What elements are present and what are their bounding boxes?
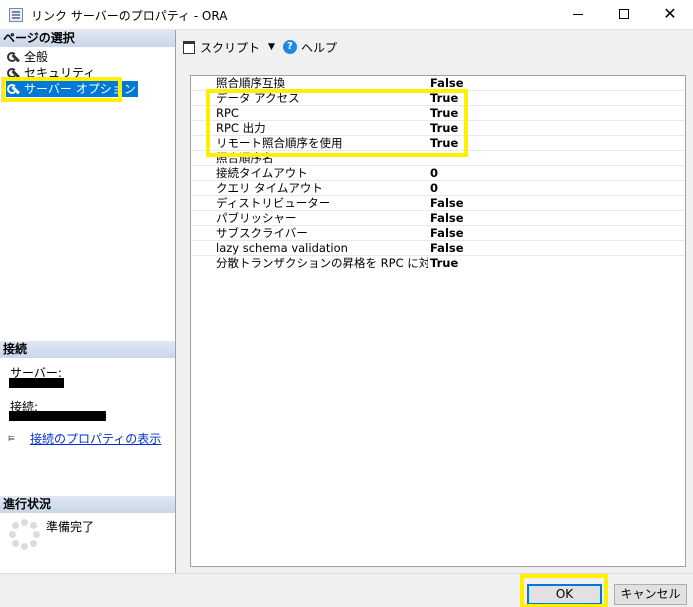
property-name: パブリッシャー [216, 211, 297, 225]
property-value[interactable]: False [430, 241, 464, 256]
property-value[interactable]: 0 [430, 166, 438, 181]
window-title: リンク サーバーのプロパティ - ORA [31, 9, 228, 23]
property-name: ディストリビューター [216, 196, 331, 210]
property-value[interactable]: 0 [430, 181, 438, 196]
left-pane: ページの選択 全般 セキュリティ サーバー オプション 接続 サーバー: 接続:… [0, 30, 176, 573]
close-icon: ✕ [663, 4, 677, 23]
close-button[interactable]: ✕ [647, 0, 693, 30]
grid-row-publisher[interactable]: パブリッシャー False [191, 211, 685, 226]
property-value[interactable]: True [430, 256, 458, 271]
property-value[interactable]: False [430, 196, 464, 211]
app-icon [9, 8, 23, 22]
property-value[interactable]: False [430, 211, 464, 226]
toolbar: スクリプト ▼ ? ヘルプ [183, 37, 337, 57]
maximize-icon [619, 9, 629, 19]
script-button[interactable]: スクリプト [200, 39, 260, 56]
script-icon [183, 40, 195, 54]
cancel-button[interactable]: キャンセル [614, 584, 687, 605]
connection-header: 接続 [0, 341, 175, 358]
page-item-label: 全般 [24, 50, 49, 64]
maximize-button[interactable] [601, 0, 647, 30]
highlight-box [520, 574, 608, 607]
grid-row-connection-timeout[interactable]: 接続タイムアウト 0 [191, 166, 685, 181]
property-name: サブスクライバー [216, 226, 308, 240]
progress-spinner-icon [9, 519, 40, 550]
help-button[interactable]: ヘルプ [301, 39, 337, 56]
minimize-button[interactable] [555, 0, 601, 30]
grid-row-query-timeout[interactable]: クエリ タイムアウト 0 [191, 181, 685, 196]
page-select-header: ページの選択 [0, 30, 175, 47]
view-connection-properties[interactable]: 接続のプロパティの表示 [8, 430, 161, 447]
grid-row-distributed-transaction-promotion[interactable]: 分散トランザクションの昇格を RPC に対して有効にする True [191, 256, 685, 271]
grid-row-distributor[interactable]: ディストリビューター False [191, 196, 685, 211]
right-pane: スクリプト ▼ ? ヘルプ 照合順序互換 False データ アクセス True… [177, 30, 693, 573]
help-icon: ? [282, 40, 297, 54]
property-name: 接続タイムアウト [216, 166, 308, 180]
title-bar: リンク サーバーのプロパティ - ORA ✕ [0, 0, 693, 30]
property-name: 分散トランザクションの昇格を RPC に対して有効にする [216, 256, 428, 270]
redacted-connection-value [9, 411, 106, 421]
chevron-down-icon[interactable]: ▼ [268, 42, 275, 52]
plug-icon [8, 430, 24, 446]
progress-status: 準備完了 [46, 520, 95, 534]
highlight-box [206, 89, 468, 157]
view-connection-properties-link[interactable]: 接続のプロパティの表示 [30, 430, 161, 447]
minimize-icon [573, 13, 583, 15]
property-name: lazy schema validation [216, 241, 348, 255]
wrench-icon [6, 51, 19, 64]
bottom-bar: OK キャンセル [0, 573, 693, 607]
property-value[interactable]: False [430, 226, 464, 241]
grid-row-lazy-schema-validation[interactable]: lazy schema validation False [191, 241, 685, 256]
progress-header: 進行状況 [0, 496, 175, 513]
property-name: クエリ タイムアウト [216, 181, 323, 195]
highlight-box [1, 77, 122, 102]
page-item-general[interactable]: 全般 [6, 49, 48, 65]
grid-row-subscriber[interactable]: サブスクライバー False [191, 226, 685, 241]
redacted-server-value [9, 378, 64, 388]
